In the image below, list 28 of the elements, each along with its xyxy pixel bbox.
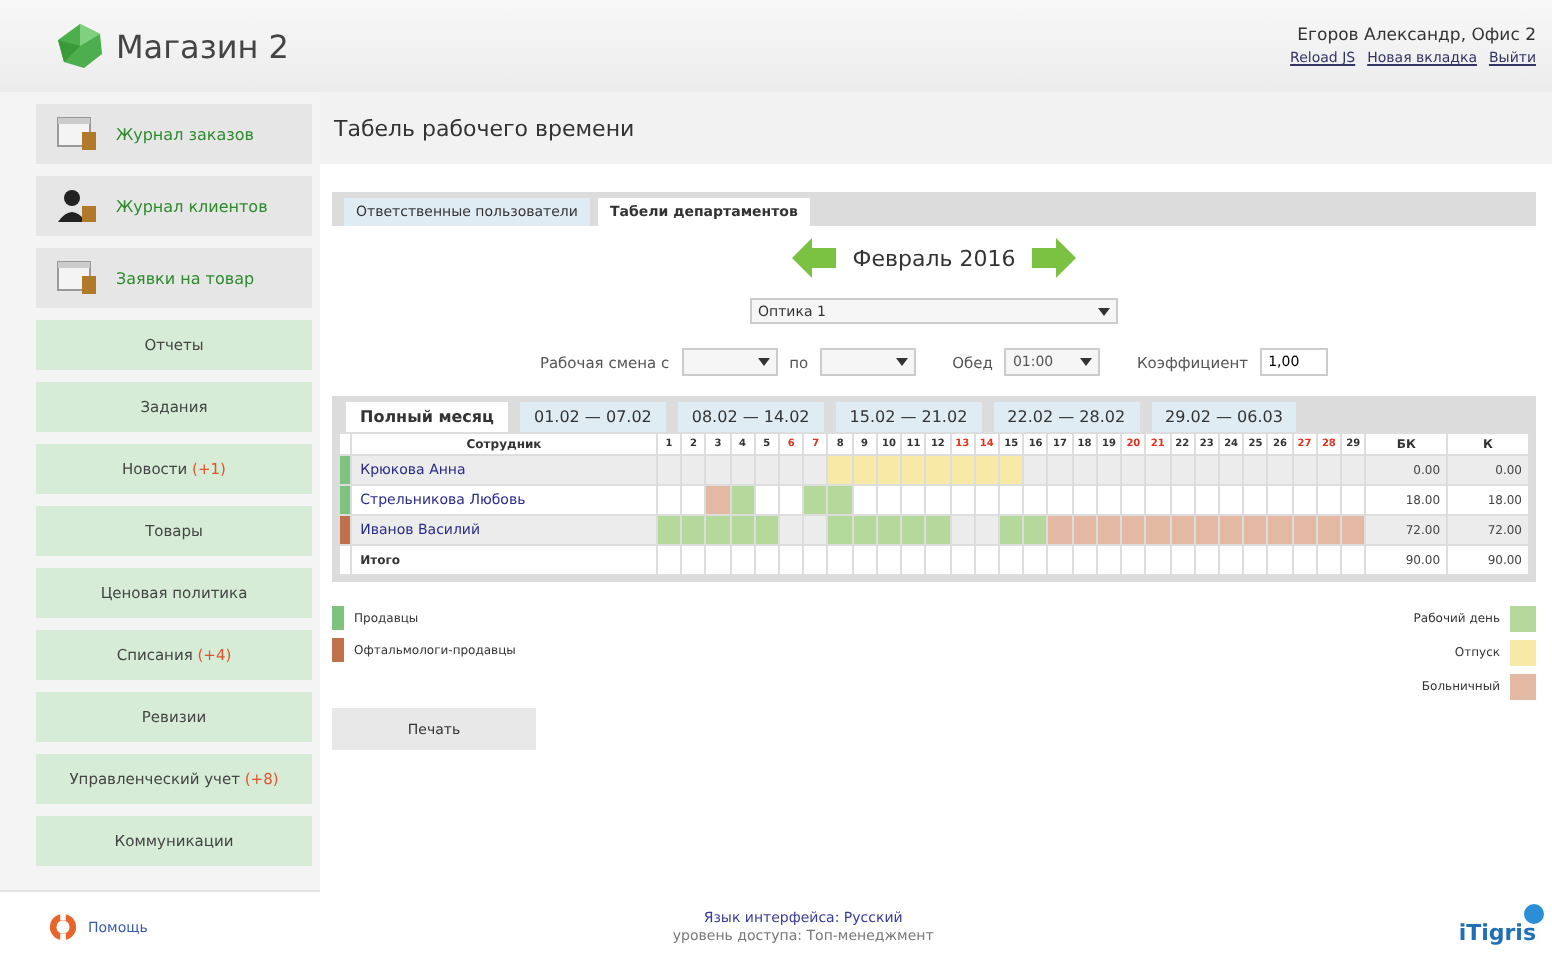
next-arrow-icon[interactable] xyxy=(1031,238,1076,278)
person-icon xyxy=(56,188,100,224)
week-tab[interactable]: 08.02 — 14.02 xyxy=(677,402,824,432)
week-tab[interactable]: 22.02 — 28.02 xyxy=(993,402,1140,432)
caret-icon xyxy=(757,358,770,366)
shift-start-select[interactable] xyxy=(681,348,778,376)
page-title: Табель рабочего времени xyxy=(334,115,635,141)
month-label: Февраль 2016 xyxy=(852,245,1016,271)
app-title: Магазин 2 xyxy=(116,27,289,65)
week-tab[interactable]: 15.02 — 21.02 xyxy=(835,402,982,432)
document-icon xyxy=(56,116,100,152)
logo-icon xyxy=(56,22,104,70)
week-tab[interactable]: 29.02 — 06.03 xyxy=(1151,402,1297,432)
help-icon[interactable] xyxy=(48,912,78,942)
sidebar-item[interactable]: Заявки на товар xyxy=(36,248,312,308)
caret-icon xyxy=(1098,307,1110,315)
brand-name: iTigris xyxy=(1458,920,1536,946)
brand-dot-icon xyxy=(1524,904,1544,924)
caret-icon xyxy=(1080,358,1093,366)
sidebar-item[interactable]: Журнал клиентов xyxy=(36,176,312,236)
sidebar-item[interactable]: Журнал заказов xyxy=(36,104,312,164)
user-name: Егоров Александр, Офис 2 xyxy=(1297,26,1536,46)
week-tab[interactable]: Полный месяц xyxy=(346,402,508,432)
document-icon xyxy=(56,260,100,296)
previous-arrow-icon[interactable] xyxy=(792,238,837,278)
week-tab[interactable]: 01.02 — 07.02 xyxy=(519,402,666,432)
caret-icon xyxy=(896,358,909,366)
shift-end-select[interactable] xyxy=(820,348,917,376)
